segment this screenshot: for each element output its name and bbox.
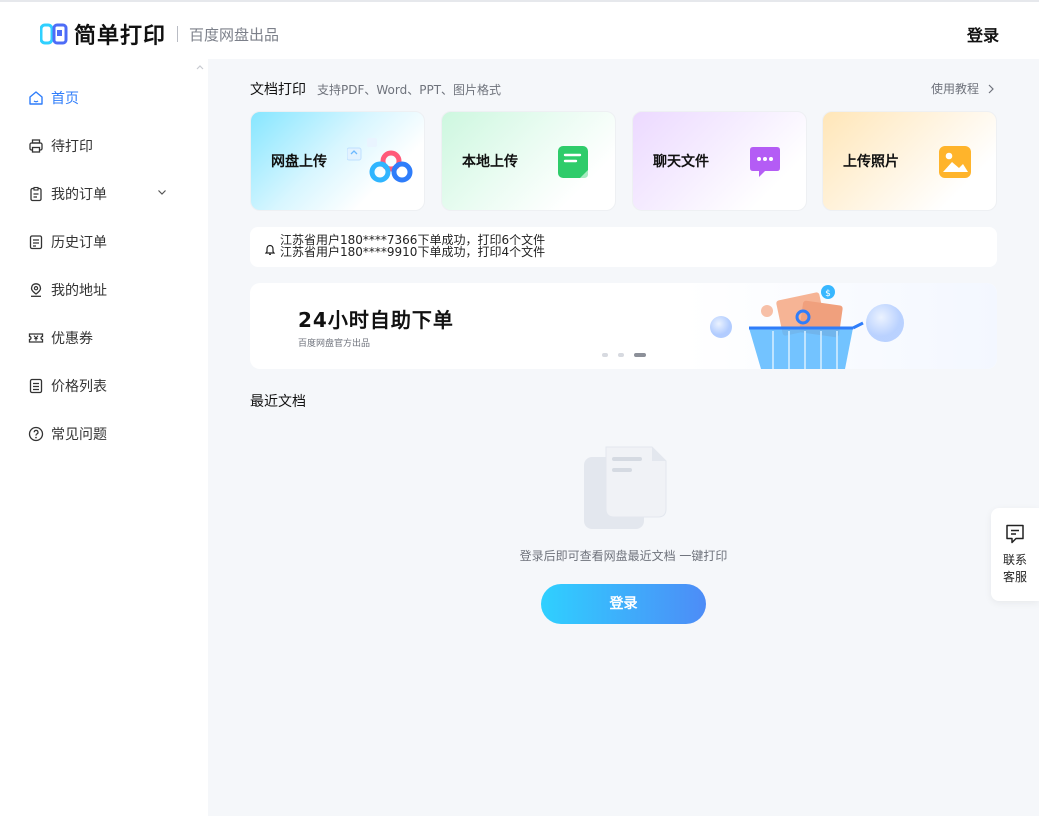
sidebar-item-label: 历史订单 [51, 235, 107, 251]
tutorial-label: 使用教程 [930, 82, 979, 96]
chevron-down-icon[interactable] [156, 186, 168, 198]
carousel-dot-active[interactable] [634, 353, 646, 357]
chat-file-card[interactable]: 聊天文件 [632, 111, 807, 211]
upload-card-label: 上传照片 [843, 154, 899, 170]
sidebar-item-history-orders[interactable]: 历史订单 [28, 230, 178, 254]
doc-print-formats: 支持PDF、Word、PPT、图片格式 [317, 83, 502, 97]
order-notice-ticker: 江苏省用户180****7366下单成功，打印6个文件 江苏省用户180****… [250, 227, 997, 267]
customer-service-label: 联系 客服 [991, 552, 1039, 586]
clipboard-icon [28, 186, 44, 202]
printer-icon [28, 138, 44, 154]
tutorial-link[interactable]: 使用教程 [931, 80, 995, 97]
sidebar-item-label: 价格列表 [51, 379, 107, 395]
local-upload-card[interactable]: 本地上传 [441, 111, 616, 211]
chevron-right-icon [987, 84, 995, 94]
photo-upload-card[interactable]: 上传照片 [822, 111, 997, 211]
brand-logo[interactable]: 简单打印 百度网盘出品 [39, 18, 280, 50]
empty-documents-icon [584, 445, 668, 535]
upload-card-label: 聊天文件 [653, 154, 709, 170]
sidebar-item-coupons[interactable]: 优惠券 [28, 326, 178, 350]
recent-docs-title: 最近文档 [250, 394, 306, 410]
header-login-link[interactable]: 登录 [967, 22, 999, 46]
location-icon [28, 282, 44, 298]
sidebar-item-label: 我的地址 [51, 283, 107, 299]
banner-subtitle: 百度网盘官方出品 [298, 339, 371, 349]
svg-text:$: $ [825, 289, 831, 299]
sidebar-item-label: 首页 [51, 91, 79, 107]
service-label-line-2: 客服 [1002, 570, 1027, 584]
top-header: 简单打印 百度网盘出品 登录 [0, 0, 1039, 59]
chat-file-icon [747, 146, 783, 184]
sidebar: 首页 待打印 我的订单 历史订单 我的地址 优惠券 价格列表 常见问题 [0, 59, 208, 816]
bell-icon [264, 241, 276, 255]
promo-banner[interactable]: 24小时自助下单 百度网盘官方出品 $ [250, 283, 997, 369]
netdisk-upload-card[interactable]: 网盘上传 [250, 111, 425, 211]
sidebar-item-home[interactable]: 首页 [28, 86, 178, 110]
upload-card-label: 网盘上传 [271, 154, 327, 170]
netdisk-cloud-icon [346, 134, 413, 190]
customer-service-widget[interactable]: 联系 客服 [991, 508, 1039, 601]
price-list-icon [28, 378, 44, 394]
sidebar-item-label: 我的订单 [51, 187, 107, 203]
photo-icon [937, 144, 973, 184]
sidebar-item-my-address[interactable]: 我的地址 [28, 278, 178, 302]
brand-name: 简单打印 [74, 24, 167, 49]
sidebar-item-label: 常见问题 [51, 427, 107, 443]
sidebar-item-label: 优惠券 [51, 331, 93, 347]
shopping-cart-illustration: $ [685, 283, 997, 369]
banner-title: 24小时自助下单 [298, 308, 454, 332]
upload-card-label: 本地上传 [462, 154, 518, 170]
empty-documents-message: 登录后即可查看网盘最近文档 一键打印 [519, 549, 728, 563]
sidebar-item-label: 待打印 [51, 139, 93, 155]
local-file-icon [556, 144, 592, 184]
sidebar-item-my-orders[interactable]: 我的订单 [28, 182, 178, 206]
login-button[interactable]: 登录 [541, 584, 706, 624]
sidebar-item-price-list[interactable]: 价格列表 [28, 374, 178, 398]
message-icon [1004, 523, 1026, 545]
question-icon [28, 426, 44, 442]
carousel-dot[interactable] [618, 353, 624, 357]
jiandan-print-logo-icon [39, 21, 68, 47]
home-icon [28, 90, 44, 106]
service-label-line-1: 联系 [1002, 553, 1027, 567]
sidebar-item-pending-print[interactable]: 待打印 [28, 134, 178, 158]
coupon-icon [28, 330, 44, 346]
carousel-dot[interactable] [602, 353, 608, 357]
notice-line-2: 江苏省用户180****9910下单成功，打印4个文件 [280, 245, 546, 259]
history-order-icon [28, 234, 44, 250]
brand-subtitle: 百度网盘出品 [189, 25, 280, 44]
main-content: 文档打印 支持PDF、Word、PPT、图片格式 使用教程 网盘上传 本地上传 [208, 59, 1039, 816]
sidebar-item-faq[interactable]: 常见问题 [28, 422, 178, 446]
scroll-up-icon[interactable] [196, 63, 204, 71]
doc-print-title: 文档打印 [250, 82, 306, 98]
brand-divider [177, 26, 179, 42]
